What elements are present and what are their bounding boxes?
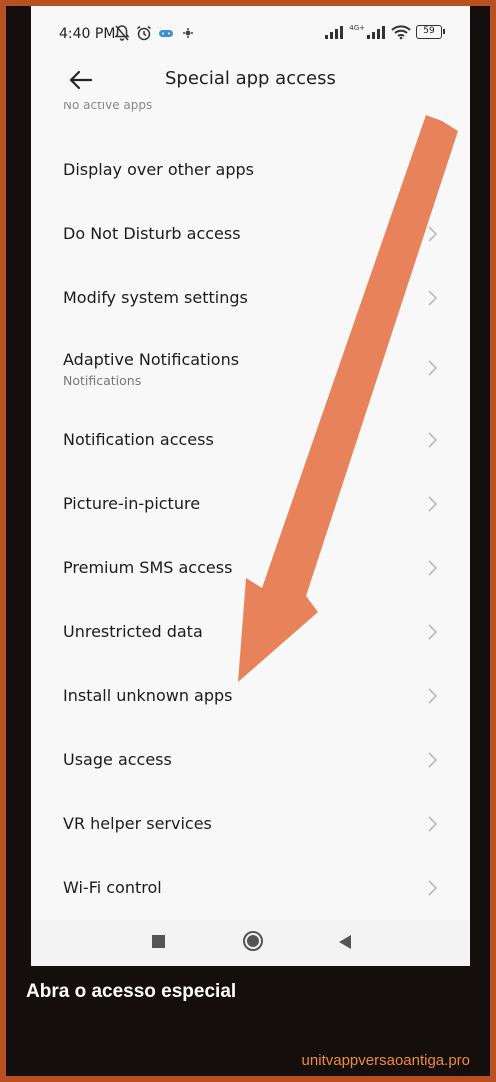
system-nav-bar <box>31 920 470 966</box>
list-item-unrestricted-data[interactable]: Unrestricted data <box>31 600 470 664</box>
status-icons-left <box>113 24 197 42</box>
app-header: Special app access <box>31 58 470 102</box>
list-item-label: Usage access <box>63 750 172 769</box>
list-item-subtitle: Notifications <box>63 373 142 388</box>
list-item-vr-helper-services[interactable]: VR helper services <box>31 792 470 856</box>
watermark-text: unitvappversaoantiga.pro <box>301 1052 470 1069</box>
list-item-display-over-other-apps[interactable]: Display over other apps <box>31 138 470 202</box>
list-item-premium-sms-access[interactable]: Premium SMS access <box>31 536 470 600</box>
triangle-back-icon[interactable] <box>337 934 353 950</box>
list-item-label: Wi-Fi control <box>63 878 162 897</box>
list-item-label: Premium SMS access <box>63 558 233 577</box>
chevron-right-icon <box>428 624 438 640</box>
chevron-right-icon <box>428 360 438 376</box>
list-item-do-not-disturb-access[interactable]: Do Not Disturb access <box>31 202 470 266</box>
phone-screen: 4:40 PM 4G+ 59 Special app access No act… <box>31 6 470 966</box>
chevron-right-icon <box>428 816 438 832</box>
chevron-right-icon <box>428 496 438 512</box>
partial-item-subtitle: No active apps <box>63 102 153 112</box>
settings-gear-icon <box>183 28 193 38</box>
list-item-label: Modify system settings <box>63 288 248 307</box>
circle-icon[interactable] <box>242 930 264 952</box>
list-item-label: Unrestricted data <box>63 622 203 641</box>
list-item-modify-system-settings[interactable]: Modify system settings <box>31 266 470 330</box>
list-item-label: Adaptive Notifications <box>63 350 240 369</box>
list-item-label: Do Not Disturb access <box>63 224 241 243</box>
chevron-right-icon <box>428 880 438 896</box>
wifi-icon <box>391 25 411 40</box>
network-type-label: 4G+ <box>349 24 365 32</box>
status-time: 4:40 PM <box>59 26 116 42</box>
chevron-right-icon <box>428 688 438 704</box>
alarm-icon <box>137 25 151 41</box>
status-icons-right: 4G+ 59 <box>324 24 445 40</box>
gamepad-icon <box>159 30 173 37</box>
caption-text: Abra o acesso especial <box>26 981 237 1002</box>
chevron-right-icon <box>428 752 438 768</box>
chevron-right-icon <box>428 432 438 448</box>
list-item-notification-access[interactable]: Notification access <box>31 408 470 472</box>
list-item-picture-in-picture[interactable]: Picture-in-picture <box>31 472 470 536</box>
battery-indicator: 59 <box>416 25 445 39</box>
list-item-label: Install unknown apps <box>63 686 233 705</box>
list-item-label: VR helper services <box>63 814 212 833</box>
square-icon[interactable] <box>151 934 167 950</box>
list-item-install-unknown-apps[interactable]: Install unknown apps <box>31 664 470 728</box>
signal-strength-icon <box>325 26 344 39</box>
chevron-right-icon <box>428 226 438 242</box>
chevron-right-icon <box>428 290 438 306</box>
list-item-usage-access[interactable]: Usage access <box>31 728 470 792</box>
bell-muted-icon <box>114 25 130 41</box>
chevron-right-icon <box>428 560 438 576</box>
signal-strength-4g-icon <box>367 26 385 39</box>
arrow-left-icon[interactable] <box>67 66 95 94</box>
list-item-label: Picture-in-picture <box>63 494 201 513</box>
list-item-label: Display over other apps <box>63 160 254 179</box>
list-item-adaptive-notifications[interactable]: Adaptive Notifications Notifications <box>31 336 470 408</box>
list-item-label: Notification access <box>63 430 214 449</box>
image-frame: 4:40 PM 4G+ 59 Special app access No act… <box>0 0 496 1082</box>
status-bar: 4:40 PM 4G+ 59 <box>31 20 470 50</box>
page-title: Special app access <box>165 68 336 89</box>
list-item-wi-fi-control[interactable]: Wi-Fi control <box>31 856 470 920</box>
